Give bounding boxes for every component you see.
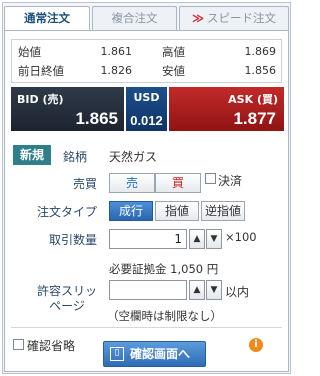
- tab-speed-order-label: スピード注文: [207, 11, 277, 25]
- low-value: 1.856: [244, 64, 277, 77]
- currency-spread: USD 0.012: [126, 87, 167, 131]
- bid-panel[interactable]: BID (売) 1.865: [11, 87, 124, 131]
- open-value: 1.861: [100, 45, 133, 58]
- order-type-limit[interactable]: 指値: [155, 201, 199, 221]
- side-label: 売買: [72, 177, 97, 191]
- symbol-label: 銘柄: [63, 150, 88, 164]
- slippage-up-arrow-icon[interactable]: ▲: [189, 280, 205, 300]
- tab-combined-order[interactable]: 複合注文: [92, 6, 177, 31]
- quantity-down-arrow-icon[interactable]: ▼: [206, 229, 222, 249]
- currency-label: USD: [133, 91, 160, 104]
- ask-panel[interactable]: ASK (買) 1.877: [169, 87, 284, 131]
- open-label: 始値: [18, 45, 41, 59]
- order-type-label: 注文タイプ: [36, 205, 97, 219]
- price-summary: 始値 1.861 高値 1.869 前日終値 1.826 安値 1.856: [11, 39, 282, 83]
- sell-button[interactable]: 売: [109, 173, 155, 193]
- ask-price: 1.877: [233, 109, 276, 128]
- high-value: 1.869: [244, 45, 277, 58]
- skip-confirm-checkbox[interactable]: [13, 339, 24, 350]
- order-type-market[interactable]: 成行: [109, 201, 153, 221]
- divider: [11, 327, 282, 328]
- bid-label: BID (売): [17, 93, 64, 106]
- spread-value: 0.012: [130, 113, 163, 128]
- confirm-button-label: 確認画面へ: [130, 347, 191, 361]
- double-chevron-right-icon: ≫: [191, 11, 205, 25]
- quantity-up-arrow-icon[interactable]: ▲: [189, 229, 205, 249]
- low-label: 安値: [162, 64, 185, 78]
- bid-price: 1.865: [75, 109, 118, 128]
- info-icon[interactable]: i: [249, 338, 263, 352]
- slippage-note: （空欄時は制限なし）: [107, 309, 222, 323]
- quantity-label: 取引数量: [48, 233, 97, 247]
- quote-bar: BID (売) 1.865 USD 0.012 ASK (買) 1.877: [11, 87, 284, 131]
- order-type-stop[interactable]: 逆指値: [201, 201, 245, 221]
- required-margin: 必要証拠金 1,050 円: [109, 262, 219, 276]
- skip-confirm-label: 確認省略: [27, 339, 76, 353]
- ask-label: ASK (買): [228, 93, 278, 106]
- confirm-screen-button[interactable]: ▯ 確認画面へ: [103, 341, 206, 367]
- tab-normal-order[interactable]: 通常注文: [4, 6, 90, 32]
- slippage-label: 許容スリッページ: [36, 284, 97, 313]
- order-tabs: 通常注文 複合注文 ≫ スピード注文: [4, 6, 289, 32]
- prev-close-value: 1.826: [100, 64, 133, 77]
- symbol-value: 天然ガス: [109, 150, 158, 164]
- slippage-down-arrow-icon[interactable]: ▼: [206, 280, 222, 300]
- new-order-badge: 新規: [13, 145, 51, 165]
- settle-label: 決済: [218, 174, 243, 188]
- slippage-unit: 以内: [225, 285, 250, 299]
- prev-close-label: 前日終値: [18, 64, 64, 78]
- window-icon: ▯: [110, 347, 124, 361]
- settle-checkbox[interactable]: [205, 173, 216, 184]
- quantity-input[interactable]: 1: [109, 229, 187, 249]
- order-panel: 始値 1.861 高値 1.869 前日終値 1.826 安値 1.856 BI…: [4, 30, 289, 372]
- tab-speed-order[interactable]: ≫ スピード注文: [179, 6, 289, 31]
- buy-button[interactable]: 買: [155, 173, 201, 193]
- high-label: 高値: [162, 45, 185, 59]
- quantity-unit: ×100: [225, 230, 257, 244]
- slippage-input[interactable]: [109, 280, 187, 300]
